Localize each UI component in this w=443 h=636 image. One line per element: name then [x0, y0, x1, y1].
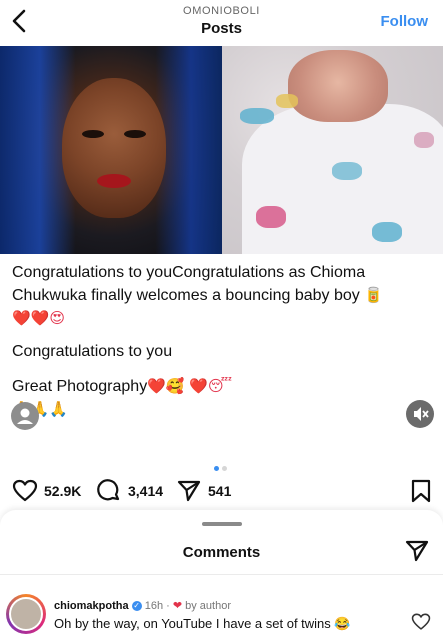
carousel-dot: [222, 466, 227, 471]
heart-icon: [12, 479, 38, 502]
send-icon: [177, 480, 201, 502]
caption-spacer: [12, 363, 432, 375]
comment-time: 16h: [144, 600, 164, 612]
avatar-image: [9, 597, 43, 631]
verified-badge-icon: ✓: [131, 601, 142, 612]
caption-emoji: ❤️🥰 ❤️😴: [147, 377, 233, 395]
caption-line: 🙏🙏🙏: [12, 400, 69, 418]
share-count: 541: [208, 483, 232, 499]
comment-icon: [97, 479, 120, 501]
comments-title: Comments: [182, 544, 261, 561]
divider: [0, 574, 443, 575]
mute-button[interactable]: [406, 400, 434, 428]
carousel-dot-active: [214, 466, 219, 471]
blanket-print: [332, 162, 362, 180]
sheet-drag-handle[interactable]: [202, 522, 242, 526]
top-bar: OMONIOBOLI Posts Follow: [0, 0, 443, 46]
page-title: Posts: [201, 20, 242, 37]
bookmark-icon: [411, 479, 431, 503]
comment-count: 3,414: [128, 483, 164, 499]
blanket-print: [372, 222, 402, 242]
caption-spacer: [12, 329, 432, 341]
comment-by-author: by author: [185, 600, 231, 612]
post-photo-baby: [222, 46, 443, 254]
photo-eye-left: [82, 130, 104, 138]
like-button[interactable]: 52.9K: [12, 478, 81, 504]
blanket-print: [276, 94, 298, 108]
blanket-print: [256, 206, 286, 228]
comment-username[interactable]: chiomakpotha: [54, 600, 129, 612]
photo-face: [62, 78, 166, 218]
heart-icon: ❤: [172, 599, 183, 612]
like-count: 52.9K: [44, 483, 82, 499]
caption-line: Great Photography❤️🥰 ❤️😴: [12, 375, 432, 398]
send-icon[interactable]: [404, 538, 430, 564]
heart-icon[interactable]: [411, 612, 431, 632]
header-username: OMONIOBOLI: [183, 5, 260, 17]
comment-button[interactable]: 3,414: [96, 478, 163, 504]
caption-line: Congratulations to you: [12, 343, 173, 360]
post-photo-portrait: [0, 46, 222, 254]
comment-meta: chiomakpotha ✓ 16h · ❤ by author: [54, 599, 231, 612]
speaker-muted-icon: [414, 407, 429, 421]
comment-text: Oh by the way, on YouTube I have a set o…: [54, 616, 351, 631]
caption-emoji: 🥫: [364, 286, 383, 304]
carousel-indicator: [214, 458, 230, 476]
blanket-print: [240, 108, 274, 124]
blanket-print: [414, 132, 434, 148]
post-media-carousel[interactable]: [0, 46, 443, 254]
comments-sheet: Comments chiomakpotha ✓ 16h · ❤ by autho…: [0, 510, 443, 636]
save-button[interactable]: [410, 478, 432, 504]
follow-button[interactable]: Follow: [381, 13, 429, 30]
caption-text: Chukwuka finally welcomes a bouncing bab…: [12, 287, 360, 304]
person-icon: [17, 408, 33, 424]
caption-line: Chukwuka finally welcomes a bouncing bab…: [12, 284, 432, 307]
caption-text: Great Photography: [12, 378, 148, 395]
photo-lips: [97, 174, 131, 188]
photo-eye-right: [124, 130, 146, 138]
photo-baby-face: [288, 50, 388, 122]
avatar[interactable]: [6, 594, 46, 634]
post-actions: 52.9K 3,414 541: [0, 478, 443, 508]
share-button[interactable]: 541: [176, 478, 231, 504]
caption-line: Congratulations to youCongratulations as…: [12, 264, 366, 281]
caption-line: ❤️❤️😍: [12, 309, 65, 327]
post-caption: Congratulations to youCongratulations as…: [12, 262, 432, 420]
user-tag-button[interactable]: [11, 402, 39, 430]
